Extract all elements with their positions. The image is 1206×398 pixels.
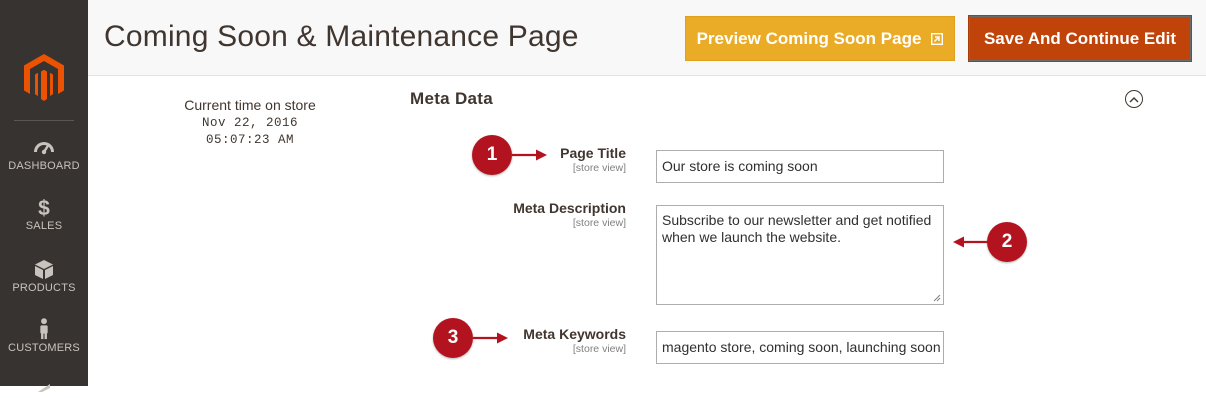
store-time-panel: Current time on store Nov 22, 2016 05:07…	[150, 97, 350, 147]
field-label: Meta Description	[513, 200, 626, 216]
field-scope: [store view]	[572, 343, 626, 355]
meta-keywords-input[interactable]: magento store, coming soon, launching so…	[656, 331, 944, 364]
section-title[interactable]: Meta Data	[410, 89, 493, 109]
meta-description-field-label: Meta Description [store view]	[513, 200, 626, 229]
preview-coming-soon-button[interactable]: Preview Coming Soon Page	[685, 16, 955, 61]
meta-keywords-field-label: Meta Keywords [store view]	[523, 326, 626, 355]
admin-sidebar: DASHBOARD $ SALES PRODUCTS CUSTOMERS	[0, 0, 88, 392]
annotation-arrow-3	[473, 332, 508, 344]
meta-description-value: Subscribe to our newsletter and get noti…	[662, 212, 932, 245]
annotation-arrow-1	[512, 149, 547, 161]
box-icon	[35, 260, 53, 279]
svg-text:$: $	[38, 197, 50, 218]
field-scope: [store view]	[572, 217, 626, 229]
sidebar-item-dashboard[interactable]: DASHBOARD	[0, 136, 88, 172]
store-time-label: Current time on store	[184, 97, 316, 113]
annotation-marker-2: 2	[987, 222, 1027, 262]
page-title-field-label: Page Title [store view]	[560, 145, 626, 174]
external-link-icon	[931, 32, 944, 45]
sidebar-item-products[interactable]: PRODUCTS	[0, 258, 88, 294]
sidebar-item-label: DASHBOARD	[8, 160, 80, 172]
person-icon	[40, 318, 48, 340]
page-header: Coming Soon & Maintenance Page Preview C…	[88, 0, 1206, 76]
sidebar-item-sales[interactable]: $ SALES	[0, 196, 88, 232]
chart-icon	[38, 384, 50, 392]
preview-button-label: Preview Coming Soon Page	[696, 28, 922, 48]
sidebar-item-more[interactable]	[0, 376, 88, 398]
meta-description-textarea[interactable]: Subscribe to our newsletter and get noti…	[656, 205, 944, 305]
magento-logo-icon[interactable]	[22, 52, 66, 104]
sidebar-item-customers[interactable]: CUSTOMERS	[0, 318, 88, 354]
annotation-arrow-2	[953, 236, 988, 248]
field-scope: [store view]	[572, 162, 626, 174]
logo-divider	[14, 120, 74, 121]
annotation-marker-1: 1	[472, 135, 512, 175]
field-label: Page Title	[560, 145, 626, 161]
dollar-icon: $	[38, 197, 50, 218]
store-date: Nov 22, 2016	[201, 116, 298, 130]
page-title: Coming Soon & Maintenance Page	[104, 20, 579, 53]
sidebar-item-label: CUSTOMERS	[8, 342, 80, 354]
chevron-up-icon	[1129, 96, 1139, 102]
store-clock: 05:07:23 AM	[205, 133, 294, 147]
page-title-input[interactable]: Our store is coming soon	[656, 150, 944, 183]
collapse-section-button[interactable]	[1125, 90, 1143, 108]
sidebar-item-label: SALES	[25, 220, 63, 232]
field-label: Meta Keywords	[523, 326, 626, 342]
dashboard-icon	[34, 142, 54, 155]
resize-grip-icon[interactable]	[933, 294, 941, 302]
sidebar-item-label: PRODUCTS	[12, 282, 76, 294]
save-and-continue-button[interactable]: Save And Continue Edit	[968, 15, 1192, 62]
annotation-marker-3: 3	[433, 318, 473, 358]
